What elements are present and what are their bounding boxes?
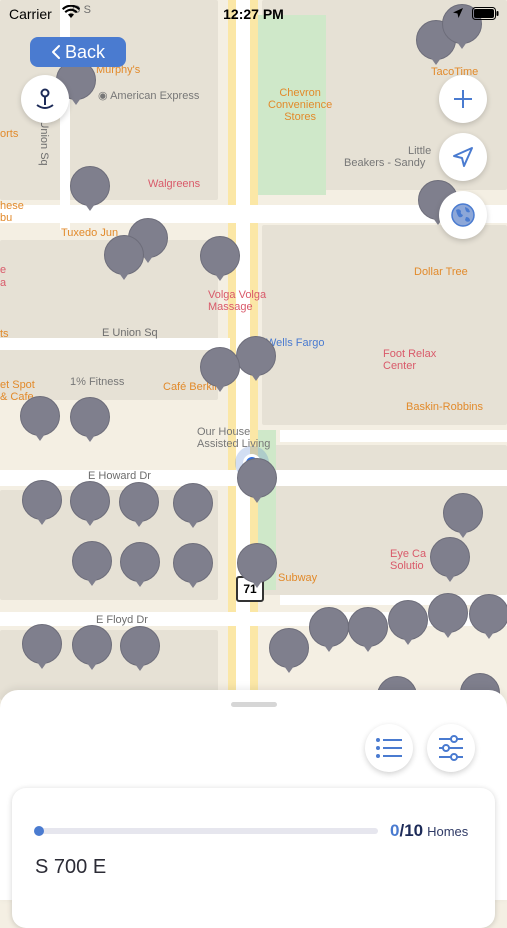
location-arrow-icon — [453, 8, 463, 18]
home-pin[interactable] — [22, 480, 62, 520]
home-pin[interactable] — [20, 396, 60, 436]
poi-fragment: ts — [0, 328, 9, 340]
poi-tuxedo[interactable]: Tuxedo Jun — [61, 227, 118, 239]
home-pin[interactable] — [173, 483, 213, 523]
home-pin[interactable] — [70, 481, 110, 521]
battery-icon — [472, 7, 499, 20]
road — [0, 338, 230, 350]
home-pin[interactable] — [430, 537, 470, 577]
poi-sports[interactable]: orts — [0, 128, 18, 140]
pin-location-icon — [36, 88, 54, 109]
poi-baskin-robbins[interactable]: Baskin-Robbins — [406, 401, 483, 413]
home-pin[interactable] — [200, 347, 240, 387]
homes-unit: Homes — [427, 824, 469, 839]
home-pin[interactable] — [173, 543, 213, 583]
poi-volga-massage[interactable]: Volga Volga Massage — [208, 289, 266, 313]
poi-beakers[interactable]: Beakers - Sandy — [344, 157, 425, 169]
home-pin[interactable] — [120, 626, 160, 666]
list-icon — [376, 738, 402, 758]
route-progress-card[interactable]: 0/10 Homes S 700 E — [12, 788, 495, 928]
home-pin[interactable] — [70, 397, 110, 437]
zoom-in-button[interactable] — [439, 75, 487, 123]
poi-dollar-tree[interactable]: Dollar Tree — [414, 266, 468, 278]
poi-icon: ◉ — [98, 90, 111, 102]
poi-fragment: a — [0, 277, 7, 289]
back-button[interactable]: Back — [30, 37, 126, 67]
poi-eye-care[interactable]: Eye Ca Solutio — [390, 548, 426, 572]
home-pin[interactable] — [237, 458, 277, 498]
navigation-icon — [453, 147, 473, 167]
home-pin[interactable] — [428, 593, 468, 633]
map-block — [262, 225, 507, 425]
poi-wells-fargo[interactable]: Wells Fargo — [266, 337, 324, 349]
home-pin[interactable] — [72, 541, 112, 581]
progress-track — [34, 826, 378, 836]
progress-indicator — [34, 826, 44, 836]
street-label: E Howard Dr — [88, 470, 151, 482]
home-pin[interactable] — [72, 625, 112, 665]
road — [280, 430, 507, 442]
poi-hese[interactable]: hese bu — [0, 200, 24, 224]
chevron-left-icon — [51, 45, 60, 59]
pin-location-button[interactable] — [21, 75, 69, 123]
globe-icon — [451, 203, 475, 227]
homes-total: /10 — [399, 821, 424, 840]
filter-button[interactable] — [427, 724, 475, 772]
home-pin[interactable] — [119, 482, 159, 522]
poi-walgreens[interactable]: Walgreens — [148, 178, 200, 190]
home-pin[interactable] — [388, 600, 428, 640]
plus-icon — [454, 90, 472, 108]
home-pin[interactable] — [120, 542, 160, 582]
sheet-drag-handle[interactable] — [231, 702, 277, 707]
home-pin[interactable] — [469, 594, 507, 634]
poi-chevron[interactable]: Chevron Convenience Stores — [268, 87, 332, 123]
street-label: E Union Sq — [102, 327, 158, 339]
filter-icon — [439, 735, 463, 761]
back-label: Back — [64, 41, 106, 62]
poi-foot-relax[interactable]: Foot Relax Center — [383, 348, 436, 372]
poi-fragment: e — [0, 264, 7, 276]
navigate-button[interactable] — [439, 133, 487, 181]
current-street-name: S 700 E — [35, 856, 107, 878]
bottom-sheet[interactable]: 0/10 Homes S 700 E — [0, 690, 507, 928]
poi-little[interactable]: Little — [408, 145, 431, 157]
home-pin[interactable] — [236, 336, 276, 376]
status-bar: Carrier 12:27 PM — [0, 0, 507, 28]
poi-our-house[interactable]: Our House Assisted Living — [197, 426, 270, 450]
home-pin[interactable] — [348, 607, 388, 647]
home-pin[interactable] — [104, 235, 144, 275]
home-pin[interactable] — [200, 236, 240, 276]
poi-fitness[interactable]: 1% Fitness — [70, 376, 124, 388]
homes-count: 0/10 Homes — [390, 821, 468, 841]
street-label: E Floyd Dr — [96, 614, 148, 626]
home-pin[interactable] — [22, 624, 62, 664]
home-pin[interactable] — [309, 607, 349, 647]
home-pin[interactable] — [443, 493, 483, 533]
home-pin[interactable] — [269, 628, 309, 668]
poi-american-express[interactable]: ◉ American Express — [98, 89, 199, 102]
poi-subway[interactable]: Subway — [278, 572, 317, 584]
map-type-button[interactable] — [439, 191, 487, 239]
home-pin[interactable] — [70, 166, 110, 206]
status-time: 12:27 PM — [223, 6, 284, 22]
home-pin[interactable] — [237, 543, 277, 583]
list-view-button[interactable] — [365, 724, 413, 772]
